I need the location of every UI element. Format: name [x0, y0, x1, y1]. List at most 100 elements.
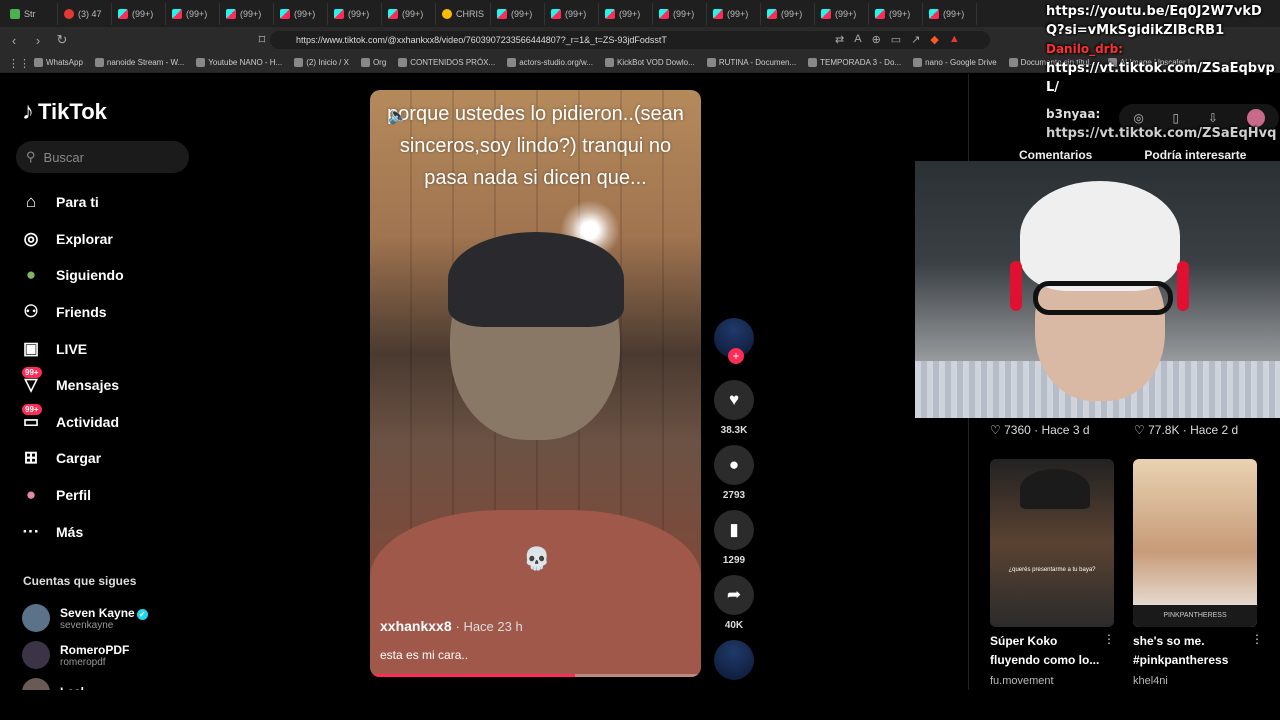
sidebar-item-siguiendo[interactable]: ● Siguiendo: [20, 257, 190, 294]
zoom-icon[interactable]: ⊕: [872, 33, 881, 46]
tab-label: (99+): [294, 8, 316, 19]
tab-favicon-icon: [388, 8, 398, 19]
bookmark-item[interactable]: RUTINA - Documen...: [706, 58, 796, 67]
browser-tab[interactable]: (99+): [220, 2, 274, 25]
browser-tab[interactable]: (99+): [815, 2, 870, 25]
rewards-icon[interactable]: ▲: [949, 33, 960, 46]
video-username[interactable]: xxhankxx8: [380, 618, 452, 634]
bookmark-item[interactable]: (2) Inicio / X: [294, 58, 349, 67]
like-action[interactable]: ♥ 38.3K: [712, 380, 756, 436]
sidebar-item-friends[interactable]: ⚇ Friends: [20, 294, 190, 331]
sidebar-item-mensajes[interactable]: ▽ 99+ Mensajes: [20, 366, 190, 404]
sidebar-item-live[interactable]: ▣ LIVE: [20, 330, 190, 367]
comment-action[interactable]: ● 2793: [712, 445, 756, 501]
rec-more-icon-1[interactable]: ⋮: [1103, 632, 1115, 646]
sidebar-item-explorar[interactable]: ◎ Explorar: [20, 221, 190, 258]
tiktok-logo[interactable]: ♪ TikTok: [22, 98, 107, 126]
more-options-icon[interactable]: ⋯: [667, 104, 683, 124]
followed-account[interactable]: Seven Kayne ✓ sevenkayne: [22, 604, 148, 632]
browser-tab[interactable]: (99+): [491, 2, 546, 25]
rec-title-1[interactable]: Súper Koko fluyendo como lo...: [990, 632, 1100, 670]
back-icon[interactable]: ‹: [4, 30, 24, 50]
bookmark-favicon-icon: [360, 58, 370, 67]
browser-tab[interactable]: (99+): [112, 2, 166, 25]
video-player[interactable]: porque ustedes lo pidieron..(sean sincer…: [370, 90, 701, 677]
bookmark-item[interactable]: nano - Google Drive: [913, 58, 997, 67]
rec-thumbnail-1[interactable]: ¿querés presentarme a tu baya?: [990, 459, 1114, 627]
translate-icon[interactable]: ⇄: [835, 33, 844, 46]
follow-plus-icon[interactable]: +: [728, 348, 744, 364]
sidebar-item-perfil[interactable]: ● Perfil: [20, 477, 190, 514]
bookmark-item[interactable]: KickBot VOD Dowlo...: [605, 58, 695, 67]
sidebar-item-m-s[interactable]: ··· Más: [20, 513, 190, 550]
following-section-title: Cuentas que sigues: [23, 574, 137, 588]
tab-podria-interesarte[interactable]: Podría interesarte: [1144, 148, 1246, 162]
rec-thumbnail-2[interactable]: PINKPANTHERESS: [1133, 459, 1257, 627]
cap-shape: [1020, 469, 1090, 509]
bookmark-icon[interactable]: ⌑: [252, 30, 272, 50]
browser-tab[interactable]: (99+): [545, 2, 600, 25]
followed-account[interactable]: RomeroPDF romeropdf: [22, 641, 129, 669]
browser-tab[interactable]: (3) 47: [58, 2, 112, 25]
tab-favicon-icon: [551, 8, 562, 19]
share-icon[interactable]: ↗: [911, 33, 920, 46]
bookmark-item[interactable]: Youtube NANO - H...: [196, 58, 282, 67]
browser-tab[interactable]: (99+): [166, 2, 220, 25]
comment-icon[interactable]: ●: [714, 445, 754, 485]
forward-icon[interactable]: ›: [28, 30, 48, 50]
music-disc-avatar[interactable]: [714, 640, 754, 680]
bookmark-item[interactable]: TEMPORADA 3 - Do...: [808, 58, 901, 67]
save-action[interactable]: ▮ 1299: [712, 510, 756, 566]
tab-favicon-icon: [713, 8, 724, 19]
bookmark-item[interactable]: CONTENIDOS PRÓX...: [398, 58, 495, 67]
bookmark-favicon-icon: [398, 58, 408, 67]
webcam-glasses: [1033, 281, 1173, 315]
brave-shield-icon[interactable]: ◆: [930, 33, 938, 46]
bookmark-save-icon[interactable]: ▮: [714, 510, 754, 550]
home-icon: ⌂: [25, 192, 37, 212]
share-action[interactable]: ➦ 40K: [712, 575, 756, 631]
browser-tab[interactable]: (99+): [599, 2, 654, 25]
browser-tab[interactable]: (99+): [382, 2, 436, 25]
tab-comentarios[interactable]: Comentarios: [1019, 148, 1092, 162]
browser-tab[interactable]: (99+): [869, 2, 924, 25]
bookmark-item[interactable]: WhatsApp: [34, 58, 83, 67]
following-avatar-icon: ●: [25, 265, 37, 285]
like-count: 38.3K: [720, 425, 748, 436]
tab-label: (99+): [402, 8, 424, 19]
notification-badge: 99+: [22, 366, 42, 378]
bookmark-label: TEMPORADA 3 - Do...: [820, 58, 902, 67]
bookmark-item[interactable]: Org: [360, 58, 386, 67]
browser-tab[interactable]: (99+): [707, 2, 762, 25]
bookmark-item[interactable]: nanoide Stream - W...: [94, 58, 185, 67]
reload-icon[interactable]: ↻: [52, 30, 72, 50]
sidebar-item-cargar[interactable]: ⊞ Cargar: [20, 440, 190, 477]
rec-title-2[interactable]: she's so me. #pinkpantheress: [1133, 632, 1245, 670]
video-progress-bar[interactable]: [370, 674, 701, 677]
rec-author-1[interactable]: fu.movement: [990, 675, 1054, 687]
video-author[interactable]: xxhankxx8 · Hace 23 h: [380, 618, 523, 634]
share-arrow-icon[interactable]: ➦: [714, 575, 754, 615]
browser-tab[interactable]: (99+): [328, 2, 382, 25]
apps-grid-icon[interactable]: ⋮⋮: [8, 57, 30, 70]
bookmark-item[interactable]: actors-studio.org/w...: [507, 58, 593, 67]
browser-tab[interactable]: (99+): [761, 2, 816, 25]
browser-tab[interactable]: Str: [4, 2, 58, 25]
browser-tab[interactable]: (99+): [653, 2, 708, 25]
sidebar-item-actividad[interactable]: ▭ 99+ Actividad: [20, 403, 190, 441]
tab-favicon-icon: [929, 8, 940, 19]
language-icon[interactable]: A: [854, 33, 861, 46]
rec-author-2[interactable]: khel4ni: [1133, 675, 1168, 687]
bookmark-label: nanoide Stream - W...: [106, 58, 185, 67]
browser-tab[interactable]: CHRIS: [436, 2, 492, 25]
browser-tab[interactable]: (99+): [274, 2, 328, 25]
heart-icon[interactable]: ♥: [714, 380, 754, 420]
volume-icon[interactable]: 🔈: [388, 106, 408, 126]
browser-tab[interactable]: (99+): [923, 2, 978, 25]
search-input[interactable]: ⚲ Buscar: [16, 141, 189, 173]
cast-icon[interactable]: ▭: [891, 33, 901, 46]
rec-more-icon-2[interactable]: ⋮: [1251, 632, 1263, 646]
tab-label: (99+): [565, 8, 587, 19]
creator-avatar[interactable]: +: [714, 318, 754, 364]
sidebar-item-para-ti[interactable]: ⌂ Para ti: [20, 184, 190, 221]
